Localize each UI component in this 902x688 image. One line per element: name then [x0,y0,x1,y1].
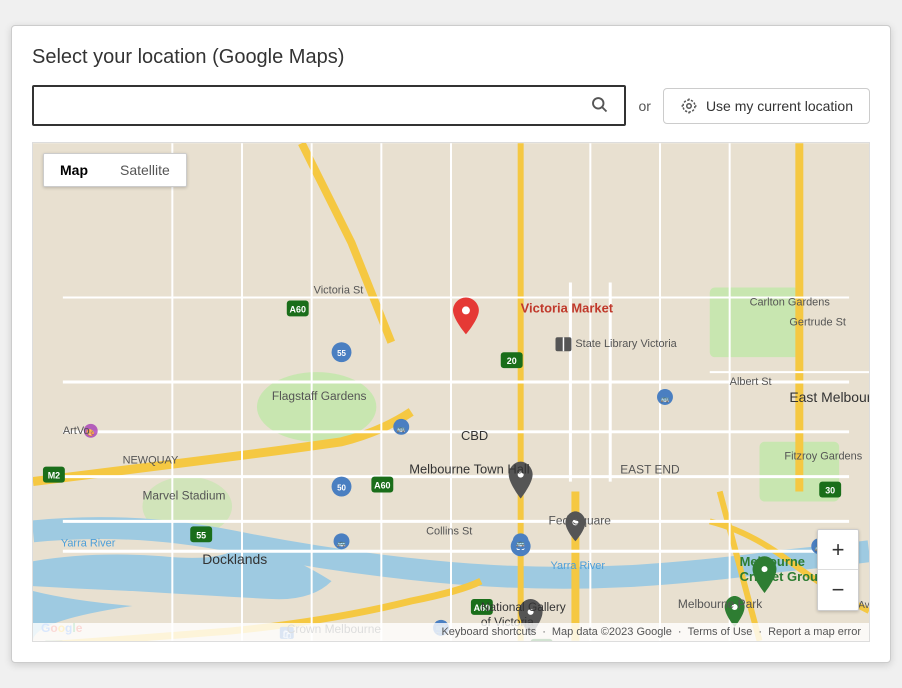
svg-text:Victoria Market: Victoria Market [521,300,614,315]
use-location-label: Use my current location [706,98,853,114]
svg-text:Fed Square: Fed Square [549,513,612,527]
svg-text:55: 55 [337,349,346,358]
terms-link[interactable]: Terms of Use [688,626,753,638]
svg-text:CBD: CBD [461,428,488,443]
map-view-toggle: Map Satellite [43,153,187,187]
svg-text:A60: A60 [290,304,306,314]
svg-text:Carlton Gardens: Carlton Gardens [750,296,831,308]
svg-text:Flagstaff Gardens: Flagstaff Gardens [272,389,367,403]
svg-text:Docklands: Docklands [202,551,267,567]
dialog: Select your location (Google Maps) or Us… [11,25,891,663]
svg-text:A60: A60 [374,481,390,491]
map-container[interactable]: A60 A60 A60 55 50 30 M2 M1 M1 M1 30 [32,142,870,642]
zoom-controls: + − [817,529,859,611]
keyboard-shortcuts-link[interactable]: Keyboard shortcuts [441,626,536,638]
svg-text:🚌: 🚌 [397,426,406,433]
svg-text:State Library Victoria: State Library Victoria [575,338,677,350]
footer-dot1: · [542,626,546,638]
svg-text:50: 50 [337,484,346,493]
footer-dot3: · [758,626,762,638]
svg-text:NEWQUAY: NEWQUAY [123,455,179,467]
svg-text:National Gallery: National Gallery [481,600,566,614]
svg-text:Melbourne Town Hall: Melbourne Town Hall [409,462,529,477]
svg-text:Marvel Stadium: Marvel Stadium [142,488,225,502]
search-icon [590,95,608,113]
search-button[interactable] [586,95,612,116]
satellite-tab[interactable]: Satellite [104,154,186,186]
dialog-title: Select your location (Google Maps) [32,46,870,69]
search-box [32,85,626,126]
svg-text:Victoria St: Victoria St [314,284,364,296]
svg-text:Yarra River: Yarra River [61,537,116,549]
svg-text:Melbourne: Melbourne [740,554,805,569]
map-tab[interactable]: Map [44,154,104,186]
svg-text:M2: M2 [48,471,60,481]
svg-text:55: 55 [196,530,206,540]
report-link[interactable]: Report a map error [768,626,861,638]
map-svg: A60 A60 A60 55 50 30 M2 M1 M1 M1 30 [33,143,869,641]
map-footer: Keyboard shortcuts · Map data ©2023 Goog… [33,623,869,641]
zoom-in-button[interactable]: + [818,530,858,570]
svg-text:Yarra River: Yarra River [551,560,606,572]
zoom-out-button[interactable]: − [818,570,858,610]
svg-text:Melbourne Park: Melbourne Park [678,597,762,611]
svg-text:Collins St: Collins St [426,525,472,537]
svg-text:Gertrude St: Gertrude St [789,316,846,328]
use-current-location-button[interactable]: Use my current location [663,88,870,124]
or-label: or [638,98,650,114]
svg-text:East Melbourne: East Melbourne [789,389,869,405]
footer-dot2: · [678,626,682,638]
svg-text:20: 20 [507,356,517,366]
map-data-label: Map data ©2023 Google [552,626,672,638]
search-input[interactable] [46,97,586,114]
svg-text:ArtVo: ArtVo [63,425,90,437]
svg-text:🚌: 🚌 [337,540,346,547]
svg-text:🚌: 🚌 [516,540,525,547]
svg-text:Fitzroy Gardens: Fitzroy Gardens [784,451,862,463]
search-row: or Use my current location [32,85,870,126]
svg-text:30: 30 [825,486,835,496]
svg-text:🚌: 🚌 [661,396,670,403]
svg-text:EAST END: EAST END [620,463,680,477]
svg-text:Albert St: Albert St [730,376,772,388]
location-icon [680,97,698,115]
